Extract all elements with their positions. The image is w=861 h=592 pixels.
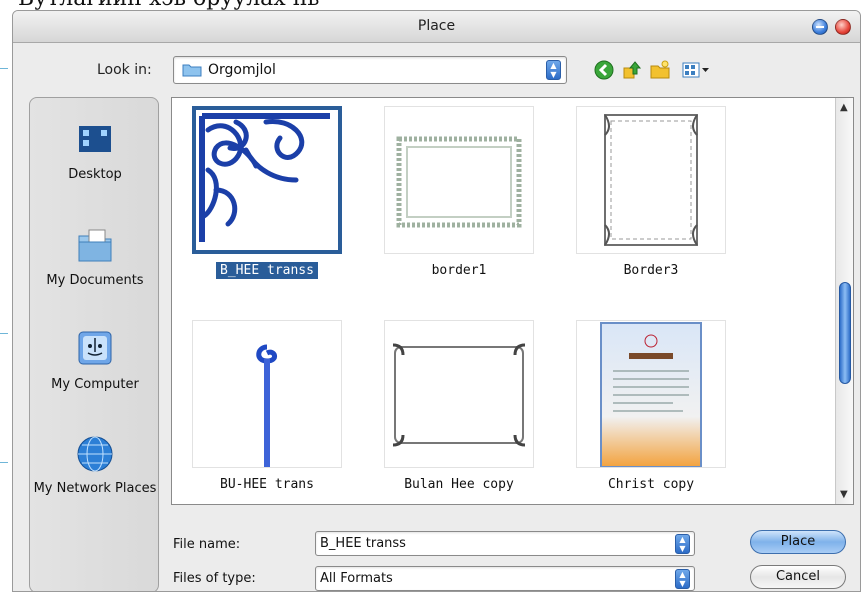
places-sidebar: Desktop My Documents My Computer My Netw… <box>29 97 160 591</box>
margin-tick <box>0 333 8 334</box>
margin-tick <box>0 68 8 69</box>
folder-icon <box>182 64 202 77</box>
border-thumbnail <box>396 136 522 228</box>
look-in-value: Orgomjlol <box>208 62 276 78</box>
file-item[interactable]: BU-HEE trans <box>192 320 342 493</box>
sidebar-item-desktop[interactable]: Desktop <box>30 118 160 183</box>
file-name: B_HEE transs <box>216 262 318 279</box>
title-bar[interactable]: Place <box>13 11 860 43</box>
file-name-value: B_HEE transs <box>320 536 406 551</box>
border-thumbnail <box>392 343 526 447</box>
place-dialog: Place Look in: Orgomjlol ▲ ▼ Desktop My … <box>12 10 861 592</box>
file-item[interactable]: Christ copy <box>576 320 726 493</box>
sidebar-item-label: My Documents <box>46 273 144 288</box>
file-item[interactable]: border1 <box>384 106 534 279</box>
sidebar-item-my-computer[interactable]: My Computer <box>30 328 160 393</box>
scroll-up-icon[interactable]: ▲ <box>840 102 848 113</box>
file-type-select[interactable]: All Formats ▲ ▼ <box>315 566 695 591</box>
sidebar-item-label: Desktop <box>68 167 122 182</box>
sidebar-item-my-documents[interactable]: My Documents <box>30 224 160 289</box>
file-name: Bulan Hee copy <box>404 477 514 492</box>
sidebar-item-label: My Computer <box>51 377 139 392</box>
file-thumbnail <box>384 320 534 468</box>
file-item[interactable]: Border3 <box>576 106 726 279</box>
file-name-stepper[interactable]: ▲ ▼ <box>675 534 690 554</box>
vertical-ornament-thumbnail <box>256 344 277 469</box>
file-thumbnail <box>192 320 342 469</box>
window-title: Place <box>417 18 456 34</box>
place-button[interactable]: Place <box>750 530 846 554</box>
look-in-label: Look in: <box>97 62 152 78</box>
desktop-icon <box>79 126 111 152</box>
file-type-label: Files of type: <box>173 571 256 586</box>
file-name: border1 <box>431 263 487 278</box>
new-folder-icon[interactable] <box>649 59 671 81</box>
vertical-scrollbar[interactable]: ▲ ▼ <box>835 98 853 504</box>
look-in-stepper[interactable]: ▲ ▼ <box>546 60 561 80</box>
file-browser: B_HEE transs border1 Border3 BU-HEE tran… <box>171 97 854 505</box>
file-name: BU-HEE trans <box>220 477 314 492</box>
file-type-stepper[interactable]: ▲ ▼ <box>675 569 690 589</box>
scroll-thumb[interactable] <box>839 282 851 384</box>
cancel-button[interactable]: Cancel <box>750 565 846 589</box>
file-thumbnail <box>192 106 342 254</box>
minimize-button[interactable] <box>812 19 828 35</box>
file-thumbnail <box>576 106 726 254</box>
margin-tick <box>0 462 8 463</box>
sidebar-item-network-places[interactable]: My Network Places <box>30 432 160 497</box>
sidebar-item-label: My Network Places <box>33 481 157 496</box>
file-type-value: All Formats <box>320 571 393 586</box>
my-documents-icon <box>78 229 112 262</box>
ornament-corner-thumbnail <box>199 113 330 242</box>
file-name: Christ copy <box>607 477 695 492</box>
scroll-down-icon[interactable]: ▼ <box>840 489 848 500</box>
certificate-thumbnail <box>600 322 702 468</box>
file-name-label: File name: <box>173 537 241 552</box>
look-in-select[interactable]: Orgomjlol ▲ ▼ <box>173 56 567 84</box>
file-name-field[interactable]: B_HEE transs ▲ ▼ <box>315 531 695 556</box>
file-thumbnail <box>576 320 726 468</box>
up-folder-icon[interactable] <box>621 59 643 81</box>
minus-icon <box>816 26 824 28</box>
file-item[interactable]: Bulan Hee copy <box>384 320 534 493</box>
file-thumbnail <box>384 106 534 254</box>
file-name: Border3 <box>623 263 679 278</box>
border-thumbnail <box>604 114 698 246</box>
view-menu-icon[interactable] <box>681 59 711 81</box>
close-button[interactable] <box>835 19 851 35</box>
network-places-icon <box>77 436 113 472</box>
file-item[interactable]: B_HEE transs <box>192 106 342 279</box>
back-icon[interactable] <box>593 59 615 81</box>
my-computer-icon <box>78 331 112 365</box>
